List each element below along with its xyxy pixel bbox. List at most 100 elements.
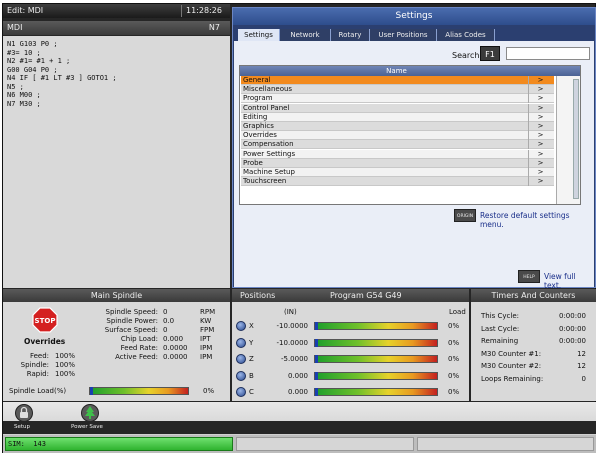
- settings-row-name: General: [243, 76, 271, 84]
- spindle-stat-value: 0.0000: [163, 353, 188, 361]
- axis-load-gauge: [314, 371, 438, 380]
- settings-row[interactable]: Control Panel >: [241, 103, 554, 113]
- spindle-stat-label: Active Feed:: [115, 353, 158, 361]
- settings-row[interactable]: Power Settings >: [241, 149, 554, 159]
- timers-title: Timers And Counters: [471, 289, 596, 302]
- settings-row[interactable]: Editing >: [241, 112, 554, 122]
- title-divider: [181, 5, 182, 17]
- search-input[interactable]: [506, 47, 590, 60]
- timer-label: M30 Counter #1:: [481, 349, 542, 358]
- scroll-thumb[interactable]: [573, 79, 579, 199]
- power-save-caption: Power Save: [71, 424, 103, 430]
- stop-text: STOP: [35, 317, 56, 325]
- settings-row-name: Control Panel: [243, 103, 290, 112]
- chevron-right-icon: >: [528, 85, 552, 95]
- axis-button-c[interactable]: [236, 387, 246, 397]
- axis-button-b[interactable]: [236, 370, 246, 381]
- axis-load-value: 0%: [448, 338, 460, 347]
- axis-load-value: 0%: [448, 371, 460, 380]
- view-full-text-link[interactable]: View full text.: [544, 272, 594, 290]
- settings-row-name: Probe: [243, 158, 263, 167]
- code-line: G00 G04 P0 ;: [7, 65, 58, 74]
- tab-alias-codes[interactable]: Alias Codes: [437, 29, 495, 41]
- list-header: Name: [240, 66, 580, 76]
- chevron-right-icon: >: [528, 94, 552, 104]
- program-label: Program G54 G49: [330, 291, 402, 300]
- override-label: Rapid:: [26, 370, 49, 378]
- tab-rotary[interactable]: Rotary: [331, 29, 370, 41]
- settings-row[interactable]: Graphics >: [241, 122, 554, 131]
- axis-load-gauge: [314, 338, 438, 347]
- spindle-stat-value: 0.0000: [163, 344, 188, 352]
- settings-row-name: Power Settings: [243, 149, 296, 158]
- chevron-right-icon: >: [528, 112, 552, 122]
- timer-label: This Cycle:: [481, 312, 520, 320]
- editor-title: Edit: MDI: [7, 6, 44, 15]
- f1-key[interactable]: F1: [480, 46, 500, 61]
- settings-row-name: Touchscreen: [243, 177, 287, 186]
- spindle-stat-value: 0.0: [163, 317, 175, 325]
- status-text: SIM: 143: [8, 440, 46, 448]
- settings-row-name: Overrides: [243, 131, 277, 140]
- settings-body: Search F1 Name General > Miscellaneous > Pro…: [234, 41, 594, 290]
- chevron-right-icon: >: [528, 140, 552, 150]
- settings-row[interactable]: Probe >: [241, 158, 554, 168]
- tab-user-positions[interactable]: User Positions: [370, 29, 437, 41]
- settings-row[interactable]: Overrides >: [241, 131, 554, 141]
- settings-row[interactable]: Compensation >: [241, 140, 554, 150]
- timer-label: Loops Remaining:: [481, 374, 544, 383]
- help-key[interactable]: HELP: [518, 270, 540, 283]
- axis-load-gauge: [314, 322, 438, 330]
- axis-button-y[interactable]: [236, 337, 246, 348]
- settings-row[interactable]: Miscellaneous >: [241, 85, 554, 95]
- axis-button-z[interactable]: [236, 354, 246, 364]
- spindle-stat-unit: IPM: [200, 353, 213, 361]
- spindle-stat-label: Spindle Speed:: [105, 308, 159, 316]
- axis-load-needle: [315, 322, 318, 330]
- positions-title-bar: Positions Program G54 G49: [232, 289, 469, 302]
- settings-title-text: Settings: [395, 11, 433, 21]
- spindle-load-label: Spindle Load(%): [9, 387, 67, 395]
- toolbar-labels-row: Setup Power Save: [3, 421, 596, 434]
- axis-button-x[interactable]: [236, 321, 246, 331]
- control-screen: Edit: MDI 11:28:26 MDI N7 N1 G103 P0 ; #3…: [2, 3, 596, 453]
- timer-value: 0:00:00: [559, 324, 586, 333]
- axis-load-gauge: [314, 355, 438, 363]
- timers-panel: Timers And Counters This Cycle: 0:00:00 La…: [471, 289, 596, 401]
- code-line: N4 IF [ #1 LT #3 ] GOTO1 ;: [7, 74, 117, 82]
- search-label: Search: [452, 51, 480, 60]
- axis-load-needle: [315, 371, 318, 380]
- settings-row[interactable]: General >: [241, 76, 554, 85]
- status-cell-2: [236, 437, 414, 451]
- mdi-header: MDI N7: [3, 21, 230, 35]
- tree-icon: [81, 404, 99, 422]
- timer-value: 12: [577, 349, 586, 358]
- settings-row[interactable]: Machine Setup >: [241, 168, 554, 177]
- settings-row[interactable]: Program >: [241, 94, 554, 104]
- settings-row[interactable]: Touchscreen >: [241, 177, 554, 187]
- spindle-stat-unit: RPM: [200, 308, 216, 316]
- list-scrollbar[interactable]: [556, 76, 580, 204]
- timer-label: Last Cycle:: [481, 324, 520, 333]
- axis-load-needle: [315, 338, 318, 347]
- spindle-stat-unit: FPM: [200, 326, 215, 334]
- spindle-stat-label: Feed Rate:: [120, 344, 158, 352]
- override-value: 100%: [55, 370, 76, 378]
- origin-key[interactable]: ORIGIN: [454, 209, 476, 222]
- tab-settings[interactable]: Settings: [238, 29, 280, 41]
- mdi-editor[interactable]: N1 G103 P0 ; #3= 10 ; N2 #1= #1 + 1 ; G00 G…: [3, 36, 230, 288]
- block-number: N7: [208, 23, 220, 32]
- axis-load-value: 0%: [448, 355, 460, 363]
- axis-load-needle: [315, 388, 318, 396]
- override-label: Feed:: [29, 352, 49, 360]
- axis-load-needle: [315, 355, 318, 363]
- unit-label: (IN): [284, 308, 297, 316]
- axis-load-value: 0%: [448, 322, 460, 330]
- restore-default-link[interactable]: Restore default settings menu.: [480, 211, 594, 229]
- editor-title-bar: Edit: MDI 11:28:26: [3, 4, 230, 18]
- lock-icon: [15, 404, 33, 422]
- spindle-stat-label: Chip Load:: [120, 335, 158, 343]
- tab-network[interactable]: Network: [280, 29, 331, 41]
- axis-load-gauge: [314, 388, 438, 396]
- spindle-load-gauge: [89, 387, 189, 395]
